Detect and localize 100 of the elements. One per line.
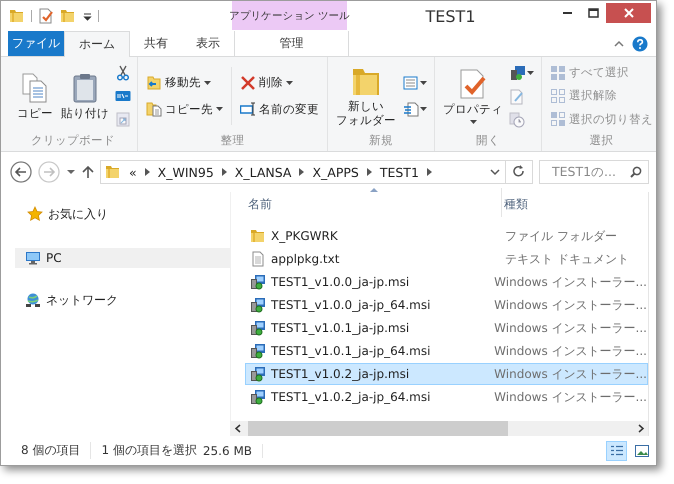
scrollbar-thumb[interactable] (248, 421, 508, 436)
selection-count: 1 個の項目を選択 (101, 442, 197, 459)
file-type: Windows インストーラー... (493, 320, 647, 336)
sort-arrow-icon (370, 188, 378, 192)
selection-size: 25.6 MB (202, 444, 264, 458)
folder-icon (9, 8, 25, 24)
file-name: TEST1_v1.0.0_ja-jp_64.msi (271, 298, 430, 312)
column-header[interactable]: 種類 (502, 188, 648, 217)
minimize-icon (562, 12, 572, 14)
ribbon-button[interactable]: 削除 (238, 74, 321, 92)
file-row[interactable]: TEST1_v1.0.2_ja-jp.msi Windows インストーラー... (245, 363, 648, 385)
refresh-icon[interactable] (513, 165, 525, 179)
ribbon-tab[interactable]: 共有 (130, 31, 182, 56)
breadcrumb[interactable]: X_WIN95 (158, 164, 214, 180)
caret-icon (420, 107, 427, 112)
ribbon-button[interactable]: コピー先 (144, 100, 225, 118)
ribbon-button[interactable]: プロパティ (441, 66, 505, 126)
navigation-item[interactable]: PC (15, 248, 230, 268)
caret-icon (420, 80, 427, 85)
ribbon-button[interactable]: 貼り付け (59, 70, 111, 122)
file-row[interactable]: TEST1_v1.0.0_ja-jp_64.msi Windows インストーラー... (245, 294, 648, 316)
help-icon[interactable] (632, 36, 648, 52)
installer-icon (250, 389, 266, 405)
file-type: テキスト ドキュメント (504, 250, 629, 268)
breadcrumb[interactable]: X_LANSA (234, 164, 292, 180)
file-row[interactable]: TEST1_v1.0.1_ja-jp.msi Windows インストーラー... (245, 317, 648, 339)
caret-icon (527, 71, 534, 76)
new-item-button[interactable] (402, 74, 428, 92)
installer-icon (250, 297, 266, 313)
file-name: applpkg.txt (271, 252, 340, 266)
ribbon-tab[interactable]: 表示 (182, 31, 234, 56)
ribbon-tab[interactable]: 管理 (234, 31, 349, 56)
details-icon (610, 444, 624, 456)
group-label: 開く (475, 132, 501, 149)
scissors-icon[interactable] (115, 64, 131, 81)
ribbon-button[interactable]: 移動先 (144, 74, 225, 92)
close-button[interactable] (606, 3, 651, 23)
chevron-icon[interactable] (426, 168, 432, 176)
back-button[interactable] (10, 161, 32, 183)
computer-icon (25, 250, 41, 266)
installer-icon (250, 366, 266, 382)
ribbon-button[interactable]: 名前の変更 (238, 100, 321, 118)
file-name: TEST1_v1.0.0_ja-jp.msi (271, 275, 410, 289)
close-icon (624, 8, 634, 18)
column-header[interactable]: 名前 (246, 188, 502, 217)
contextual-tab-header: アプリケーション ツール (232, 1, 347, 30)
ribbon-tab[interactable]: ホーム (64, 31, 130, 57)
group-label: 選択 (588, 132, 614, 149)
overflow-chevron[interactable]: « (129, 164, 137, 180)
caret-icon (470, 120, 476, 124)
file-row[interactable]: applpkg.txt テキスト ドキュメント (245, 248, 648, 270)
file-menu-tab[interactable]: ファイル (8, 31, 64, 56)
chevron-icon[interactable] (366, 168, 372, 176)
chevron-icon[interactable] (144, 168, 150, 176)
group-label: 新規 (368, 132, 394, 149)
properties-icon[interactable] (38, 8, 54, 24)
button-label: フォルダー (336, 114, 396, 128)
recent-locations-icon[interactable] (66, 169, 76, 175)
caret-icon (216, 107, 223, 112)
breadcrumb[interactable]: TEST1 (380, 164, 419, 180)
caret-icon (286, 80, 293, 85)
button-label: 新しい (348, 100, 384, 114)
installer-icon (250, 343, 266, 359)
copy-to-icon[interactable] (146, 101, 162, 118)
details-view-button[interactable] (606, 440, 627, 460)
delete-icon[interactable] (240, 74, 256, 91)
dropdown-icon[interactable] (490, 168, 500, 176)
open-button[interactable] (509, 64, 535, 82)
installer-icon (250, 274, 266, 290)
search-field[interactable]: TEST1の... (539, 160, 649, 184)
file-row[interactable]: TEST1_v1.0.1_ja-jp_64.msi Windows インストーラー... (245, 340, 648, 362)
picture-icon (634, 444, 648, 456)
new-folder-icon (60, 8, 76, 24)
file-name: X_PKGWRK (271, 229, 338, 243)
collapse-ribbon-icon[interactable] (614, 38, 624, 48)
folder-icon (105, 164, 121, 180)
file-name: TEST1_v1.0.2_ja-jp.msi (271, 367, 410, 381)
file-type: Windows インストーラー... (493, 366, 647, 382)
chevron-icon[interactable] (222, 168, 227, 176)
move-to-icon[interactable] (146, 74, 162, 91)
navigation-item[interactable]: ネットワーク (15, 290, 230, 310)
breadcrumb[interactable]: X_APPS (312, 164, 359, 180)
address-bar[interactable]: « X_WIN95 X_LANSA X_APPS TEST1 (100, 160, 533, 184)
file-type: ファイル フォルダー (504, 228, 617, 244)
window-title: TEST1 (424, 6, 476, 26)
file-row[interactable]: TEST1_v1.0.0_ja-jp.msi Windows インストーラー... (245, 271, 648, 293)
installer-icon (250, 320, 266, 336)
chevron-icon[interactable] (299, 168, 304, 176)
file-row[interactable]: X_PKGWRK ファイル フォルダー (245, 225, 648, 247)
maximize-icon (588, 8, 598, 18)
globe-icon (25, 292, 41, 308)
file-row[interactable]: TEST1_v1.0.2_ja-jp_64.msi Windows インストーラー... (245, 386, 648, 408)
ribbon-button[interactable]: コピー (15, 70, 55, 122)
rename-icon[interactable] (240, 101, 256, 118)
navigation-item[interactable]: お気に入り (15, 204, 230, 224)
up-icon[interactable] (82, 165, 94, 179)
group-label: クリップボード (30, 132, 116, 149)
document-icon (250, 251, 266, 267)
easy-access-button[interactable] (402, 100, 428, 118)
file-name: TEST1_v1.0.1_ja-jp.msi (271, 321, 410, 335)
